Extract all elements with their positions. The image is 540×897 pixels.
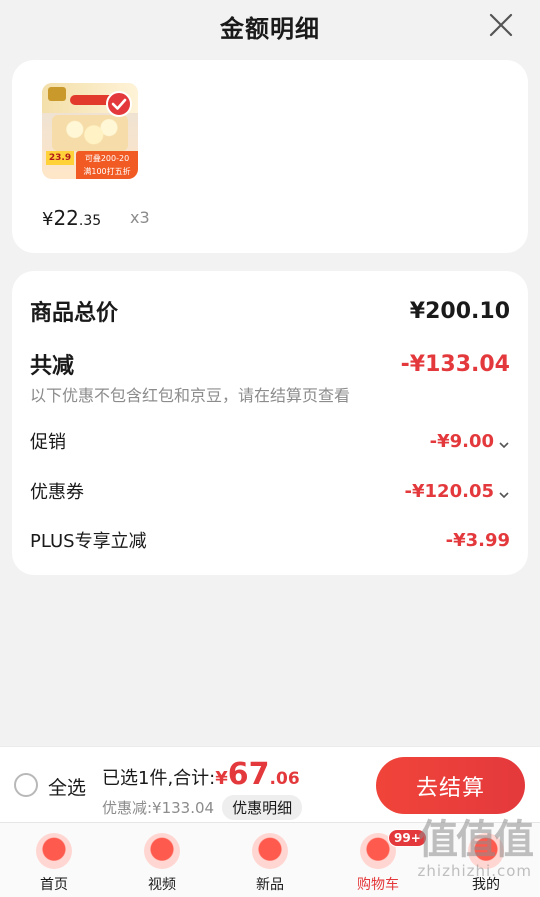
- video-icon: [144, 833, 180, 869]
- discount-detail-tag[interactable]: 优惠明细: [222, 795, 303, 820]
- price-integer: 22: [53, 206, 79, 230]
- nav-label-new: 新品: [256, 877, 284, 893]
- plus-discount-row: PLUS专享立减 -¥3.99: [30, 527, 510, 553]
- total-price-row: 商品总价 ¥200.10: [30, 295, 510, 327]
- promotion-value: -¥9.00: [430, 431, 510, 452]
- total-summary: 已选1件,合计: ¥ 67 .06: [102, 757, 300, 792]
- total-discount-value: -¥133.04: [400, 351, 510, 377]
- profile-icon: [468, 833, 504, 869]
- coupon-value: -¥120.05: [405, 481, 510, 502]
- promotion-amount: -¥9.00: [429, 430, 494, 452]
- selected-check-icon: [106, 91, 132, 117]
- price-decimal: .35: [78, 213, 102, 229]
- nav-label-cart: 购物车: [357, 877, 399, 893]
- brand-logo-icon: [48, 87, 66, 101]
- plus-discount-value: -¥3.99: [445, 529, 510, 551]
- thumb-promo-line2: 满100打五折: [83, 167, 131, 176]
- summary-text: 已选1件,合计:: [102, 768, 216, 789]
- plus-discount-label: PLUS专享立减: [30, 531, 147, 552]
- sum-decimal: .06: [269, 769, 300, 789]
- total-price-label: 商品总价: [30, 301, 119, 326]
- cart-count-badge: 99+: [388, 829, 427, 847]
- discount-summary-text: 优惠减:¥133.04: [102, 799, 215, 817]
- coupon-amount: -¥120.05: [404, 480, 494, 502]
- product-quantity: x3: [130, 208, 150, 227]
- price-currency: ¥: [42, 209, 54, 230]
- checkout-bar: 全选 已选1件,合计: ¥ 67 .06 优惠减:¥133.04 优惠明细 去结…: [0, 746, 540, 822]
- page-title: 金额明细: [220, 14, 320, 43]
- product-price: ¥ 22 .35: [42, 206, 101, 230]
- product-photo: [52, 115, 128, 151]
- coupon-row[interactable]: 优惠券 -¥120.05: [30, 478, 510, 504]
- total-price-value: ¥200.10: [409, 298, 510, 324]
- thumb-promo-line1: 可叠200-20: [84, 154, 130, 163]
- product-thumbnail[interactable]: 23.9 可叠200-20 满100打五折: [42, 83, 138, 179]
- total-discount-row: 共减 -¥133.04: [30, 348, 510, 380]
- promotion-label: 促销: [30, 432, 66, 453]
- product-card: 23.9 可叠200-20 满100打五折 ¥ 22 .35 x3: [12, 60, 528, 253]
- nav-label-me: 我的: [472, 877, 500, 893]
- checkout-button[interactable]: 去结算: [376, 757, 525, 814]
- select-all-label[interactable]: 全选: [48, 773, 86, 800]
- close-button[interactable]: [486, 10, 516, 40]
- nav-item-new[interactable]: 新品: [216, 823, 324, 897]
- new-products-icon: [252, 833, 288, 869]
- chevron-down-icon: [498, 485, 510, 499]
- chevron-down-icon: [498, 435, 510, 449]
- promotion-row[interactable]: 促销 -¥9.00: [30, 428, 510, 454]
- nav-item-me[interactable]: 我的: [432, 823, 540, 897]
- coupon-label: 优惠券: [30, 482, 84, 503]
- discount-summary: 优惠减:¥133.04 优惠明细: [102, 795, 303, 820]
- nav-item-video[interactable]: 视频: [108, 823, 216, 897]
- select-all-radio[interactable]: [14, 773, 38, 797]
- nav-label-home: 首页: [40, 877, 68, 893]
- header: 金额明细: [0, 0, 540, 52]
- sum-currency: ¥: [215, 768, 228, 789]
- total-discount-label: 共减: [30, 354, 75, 379]
- sum-integer: 67: [227, 757, 270, 792]
- bottom-nav: 首页 视频 新品 购物车 我的 99+: [0, 822, 540, 897]
- discount-note: 以下优惠不包含红包和京豆，请在结算页查看: [30, 386, 351, 405]
- thumb-price: 23.9: [46, 151, 74, 165]
- price-breakdown-card: 商品总价 ¥200.10 共减 -¥133.04 以下优惠不包含红包和京豆，请在…: [12, 271, 528, 575]
- thumb-promo: 可叠200-20 满100打五折: [76, 151, 138, 179]
- nav-label-video: 视频: [148, 877, 176, 893]
- close-icon: [489, 13, 513, 37]
- nav-item-home[interactable]: 首页: [0, 823, 108, 897]
- home-icon: [36, 833, 72, 869]
